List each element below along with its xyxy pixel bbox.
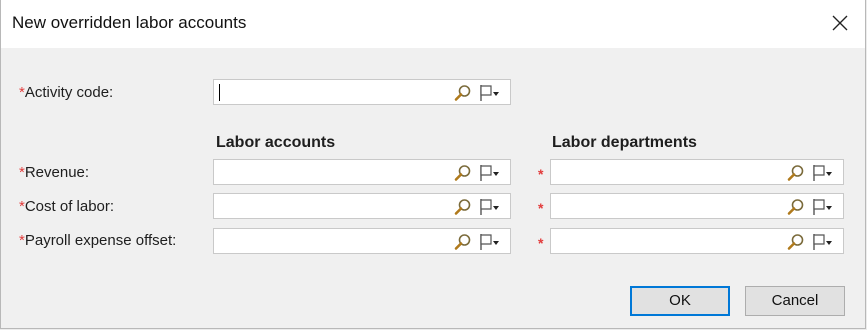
activity-code-label: *Activity code: xyxy=(19,84,113,101)
flag-dropdown-icon[interactable] xyxy=(811,198,833,216)
cost-of-labor-account-field[interactable] xyxy=(213,193,511,219)
magnifier-icon[interactable] xyxy=(787,198,805,216)
magnifier-icon[interactable] xyxy=(454,164,472,182)
revenue-account-field[interactable] xyxy=(213,159,511,185)
flag-dropdown-icon[interactable] xyxy=(811,233,833,251)
revenue-department-field[interactable] xyxy=(550,159,844,185)
cancel-button[interactable]: Cancel xyxy=(745,286,845,316)
title-bar: New overridden labor accounts xyxy=(1,0,865,48)
revenue-department-input[interactable] xyxy=(555,162,777,182)
cost-of-labor-department-input[interactable] xyxy=(555,196,777,216)
revenue-label: *Revenue: xyxy=(19,164,89,181)
cost-of-labor-account-input[interactable] xyxy=(218,196,444,216)
magnifier-icon[interactable] xyxy=(787,164,805,182)
payroll-expense-offset-department-input[interactable] xyxy=(555,231,777,251)
required-mark: * xyxy=(538,235,544,251)
dialog: New overridden labor accounts *Activity … xyxy=(0,0,866,329)
close-icon[interactable] xyxy=(829,12,851,34)
ok-button[interactable]: OK xyxy=(630,286,730,316)
payroll-expense-offset-account-input[interactable] xyxy=(218,231,444,251)
revenue-account-input[interactable] xyxy=(218,162,444,182)
required-mark: * xyxy=(538,200,544,216)
flag-dropdown-icon[interactable] xyxy=(478,164,500,182)
payroll-expense-offset-department-field[interactable] xyxy=(550,228,844,254)
payroll-expense-offset-label-text: Payroll expense offset: xyxy=(24,232,177,249)
flag-dropdown-icon[interactable] xyxy=(478,198,500,216)
flag-dropdown-icon[interactable] xyxy=(478,84,500,102)
revenue-label-text: Revenue: xyxy=(24,164,90,181)
dialog-title: New overridden labor accounts xyxy=(12,13,247,32)
labor-departments-header: Labor departments xyxy=(552,134,697,151)
payroll-expense-offset-label: *Payroll expense offset: xyxy=(19,232,176,249)
cost-of-labor-label: *Cost of labor: xyxy=(19,198,114,215)
activity-code-input[interactable] xyxy=(218,82,444,102)
magnifier-icon[interactable] xyxy=(787,233,805,251)
labor-accounts-header: Labor accounts xyxy=(216,134,336,151)
magnifier-icon[interactable] xyxy=(454,198,472,216)
cost-of-labor-label-text: Cost of labor: xyxy=(24,198,115,215)
magnifier-icon[interactable] xyxy=(454,233,472,251)
magnifier-icon[interactable] xyxy=(454,84,472,102)
flag-dropdown-icon[interactable] xyxy=(478,233,500,251)
required-mark: * xyxy=(538,166,544,182)
activity-code-label-text: Activity code: xyxy=(24,84,114,101)
activity-code-field[interactable] xyxy=(213,79,511,105)
flag-dropdown-icon[interactable] xyxy=(811,164,833,182)
cost-of-labor-department-field[interactable] xyxy=(550,193,844,219)
payroll-expense-offset-account-field[interactable] xyxy=(213,228,511,254)
